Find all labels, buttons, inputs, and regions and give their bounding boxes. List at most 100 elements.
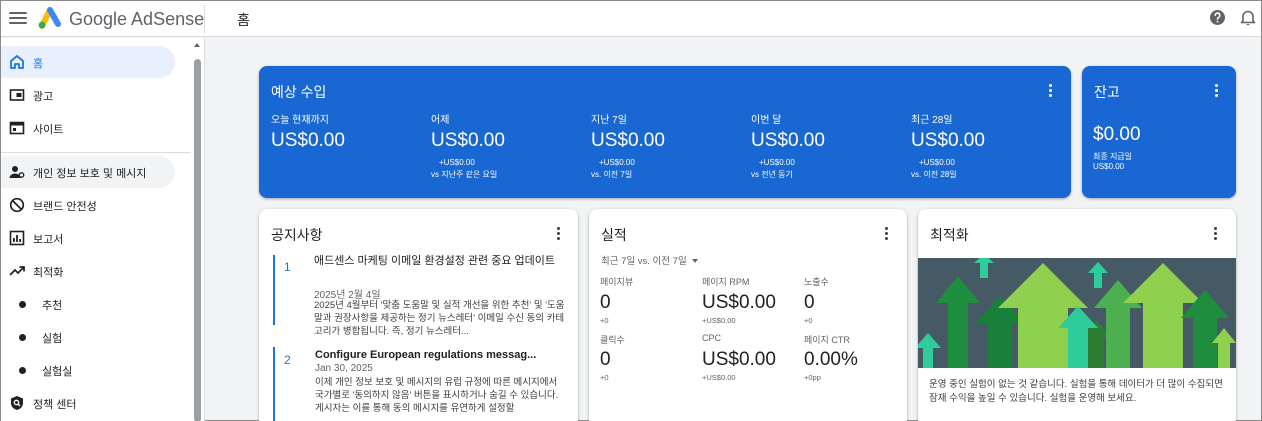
card-title: 예상 수입 bbox=[271, 84, 327, 100]
sidebar-item-ads[interactable]: 광고 bbox=[1, 79, 175, 111]
adsense-logo-icon[interactable] bbox=[37, 6, 63, 30]
metric-value: US$0.00 bbox=[702, 292, 776, 313]
notice-number: 1 bbox=[284, 260, 291, 274]
more-options-icon[interactable] bbox=[1214, 227, 1218, 241]
app-name[interactable]: Google AdSense bbox=[69, 9, 204, 30]
more-options-icon[interactable] bbox=[1215, 84, 1219, 98]
top-bar: Google AdSense 홈 bbox=[1, 1, 1261, 37]
metric-delta: +US$0.00 bbox=[702, 373, 736, 382]
earnings-today[interactable]: 오늘 현재까지 US$0.00 bbox=[271, 111, 421, 152]
date-range-label: 최근 7일 vs. 이전 7일 bbox=[601, 256, 687, 267]
page-title: 홈 bbox=[237, 12, 250, 28]
metric-value: US$0.00 bbox=[702, 349, 776, 370]
sidebar-scrollbar-thumb[interactable] bbox=[194, 59, 201, 421]
bullet-icon bbox=[19, 367, 26, 374]
growth-arrows-illustration bbox=[918, 258, 1236, 368]
optimization-card: 최적화 운영 중인 실험이 없는 것 같습니다. 실험을 통해 데이터가 더 많… bbox=[918, 209, 1236, 421]
card-title: 최적화 bbox=[930, 227, 969, 243]
balance-value: $0.00 bbox=[1093, 124, 1141, 145]
metric-label: 페이지뷰 bbox=[600, 277, 634, 287]
sidebar-item-reports[interactable]: 보고서 bbox=[1, 222, 175, 254]
notice-body: 2025년 4월부터 '맞춤 도움말 및 실적 개선을 위한 추천' 및 '도움… bbox=[314, 300, 565, 337]
sidebar-item-home[interactable]: 홈 bbox=[1, 46, 175, 78]
metric-value: 0 bbox=[804, 292, 815, 313]
sidebar-item-label: 추천 bbox=[42, 300, 63, 312]
metric-delta: +US$0.00 bbox=[702, 316, 736, 325]
earnings-this-month[interactable]: 이번 달 US$0.00 +US$0.00 vs 전년 동기 bbox=[751, 111, 901, 180]
sidebar-item-privacy[interactable]: 개인 정보 보호 및 메시지 bbox=[1, 156, 175, 188]
metric-label: CPC bbox=[702, 333, 722, 343]
notice-title[interactable]: Configure European regulations messag... bbox=[315, 348, 565, 362]
sidebar-item-optimization[interactable]: 최적화 bbox=[1, 255, 175, 287]
metric-delta: +US$0.00 bbox=[759, 158, 795, 167]
optimization-message: 운영 중인 실험이 없는 것 같습니다. 실험을 통해 데이터가 더 많이 수집… bbox=[929, 379, 1223, 404]
metric-delta: +US$0.00 bbox=[599, 158, 635, 167]
date-range-select[interactable]: 최근 7일 vs. 이전 7일 bbox=[601, 253, 699, 267]
reports-icon bbox=[9, 230, 25, 246]
sidebar-subitem-labs[interactable]: 실험실 bbox=[1, 354, 175, 386]
notice-date: Jan 30, 2025 bbox=[315, 363, 373, 374]
card-title: 공지사항 bbox=[271, 227, 323, 243]
dropdown-arrow-icon bbox=[692, 259, 699, 264]
more-options-icon[interactable] bbox=[557, 227, 561, 241]
earnings-last-7-days[interactable]: 지난 7일 US$0.00 +US$0.00 vs. 이전 7일 bbox=[591, 111, 741, 180]
bullet-icon bbox=[19, 334, 26, 341]
metric-delta: +0 bbox=[600, 373, 609, 382]
sidebar-item-label: 홈 bbox=[33, 58, 44, 70]
sidebar-border bbox=[204, 38, 205, 421]
menu-icon[interactable] bbox=[9, 9, 27, 27]
sidebar-item-policy-center[interactable]: 정책 센터 bbox=[1, 387, 175, 419]
more-options-icon[interactable] bbox=[885, 227, 889, 241]
metric-label: 지난 7일 bbox=[591, 115, 627, 126]
earnings-last-28-days[interactable]: 최근 28일 US$0.00 +US$0.00 vs. 이전 28일 bbox=[911, 111, 1061, 180]
notifications-icon[interactable] bbox=[1240, 9, 1256, 26]
sidebar-item-label: 개인 정보 보호 및 메시지 bbox=[33, 168, 147, 180]
privacy-icon bbox=[9, 166, 25, 178]
metric-delta: +US$0.00 bbox=[439, 158, 475, 167]
sidebar-item-label: 광고 bbox=[33, 91, 54, 103]
metric-value: US$0.00 bbox=[271, 130, 345, 151]
metric-comparison: vs. 이전 28일 bbox=[911, 170, 957, 179]
metric-label: 클릭수 bbox=[600, 335, 625, 345]
metric-label: 페이지 RPM bbox=[702, 277, 750, 287]
metric-value: US$0.00 bbox=[591, 130, 665, 151]
more-options-icon[interactable] bbox=[1049, 84, 1053, 98]
balance-card: 잔고 $0.00 최종 지급일 US$0.00 bbox=[1082, 66, 1236, 198]
sidebar-item-label: 보고서 bbox=[33, 234, 64, 246]
metric-delta: +US$0.00 bbox=[919, 158, 955, 167]
metric-label: 이번 달 bbox=[751, 115, 782, 126]
sidebar-subitem-recommendations[interactable]: 추천 bbox=[1, 288, 175, 320]
metric-label: 페이지 CTR bbox=[804, 335, 850, 345]
last-payment-value: US$0.00 bbox=[1093, 162, 1125, 171]
sidebar-subitem-experiments[interactable]: 실험 bbox=[1, 321, 175, 353]
sidebar-divider bbox=[1, 152, 204, 153]
metric-value: US$0.00 bbox=[431, 130, 505, 151]
trending-up-icon bbox=[9, 266, 25, 276]
sidebar-item-sites[interactable]: 사이트 bbox=[1, 112, 175, 144]
sidebar: 홈 광고 사이트 개인 정보 보호 및 메시지 브랜드 안전성 보고서 최적화 … bbox=[1, 38, 204, 421]
notices-card: 공지사항 1 애드센스 마케팅 이메일 환경설정 관련 중요 업데이트 2025… bbox=[259, 209, 578, 421]
sidebar-item-label: 브랜드 안전성 bbox=[33, 201, 97, 213]
earnings-yesterday[interactable]: 어제 US$0.00 +US$0.00 vs 지난주 같은 요일 bbox=[431, 111, 581, 180]
sidebar-item-brand-safety[interactable]: 브랜드 안전성 bbox=[1, 189, 175, 221]
sidebar-item-label: 정책 센터 bbox=[33, 399, 77, 411]
card-title: 잔고 bbox=[1094, 84, 1120, 100]
sidebar-item-label: 최적화 bbox=[33, 267, 64, 279]
metric-comparison: vs 전년 동기 bbox=[751, 170, 793, 179]
metric-value: 0 bbox=[600, 349, 611, 370]
metric-value: US$0.00 bbox=[751, 130, 825, 151]
metric-label: 노출수 bbox=[804, 277, 829, 287]
metric-comparison: vs. 이전 7일 bbox=[591, 170, 633, 179]
scroll-up-arrow-icon[interactable] bbox=[194, 43, 200, 47]
notice-number: 2 bbox=[284, 353, 291, 367]
notice-body: 이제 개인 정보 보호 및 메시지의 유럽 규정에 따른 메시지에서 국가별로 … bbox=[315, 377, 559, 414]
last-payment-label: 최종 지급일 bbox=[1093, 152, 1133, 161]
performance-card: 실적 최근 7일 vs. 이전 7일 페이지뷰 0 +0 페이지 RPM US$… bbox=[589, 209, 907, 421]
notice-indicator bbox=[273, 347, 275, 421]
ads-icon bbox=[9, 89, 25, 101]
notice-title[interactable]: 애드센스 마케팅 이메일 환경설정 관련 중요 업데이트 bbox=[314, 254, 564, 268]
sites-icon bbox=[9, 121, 25, 135]
block-icon bbox=[9, 197, 25, 213]
policy-icon bbox=[11, 396, 23, 410]
help-icon[interactable] bbox=[1209, 9, 1226, 26]
